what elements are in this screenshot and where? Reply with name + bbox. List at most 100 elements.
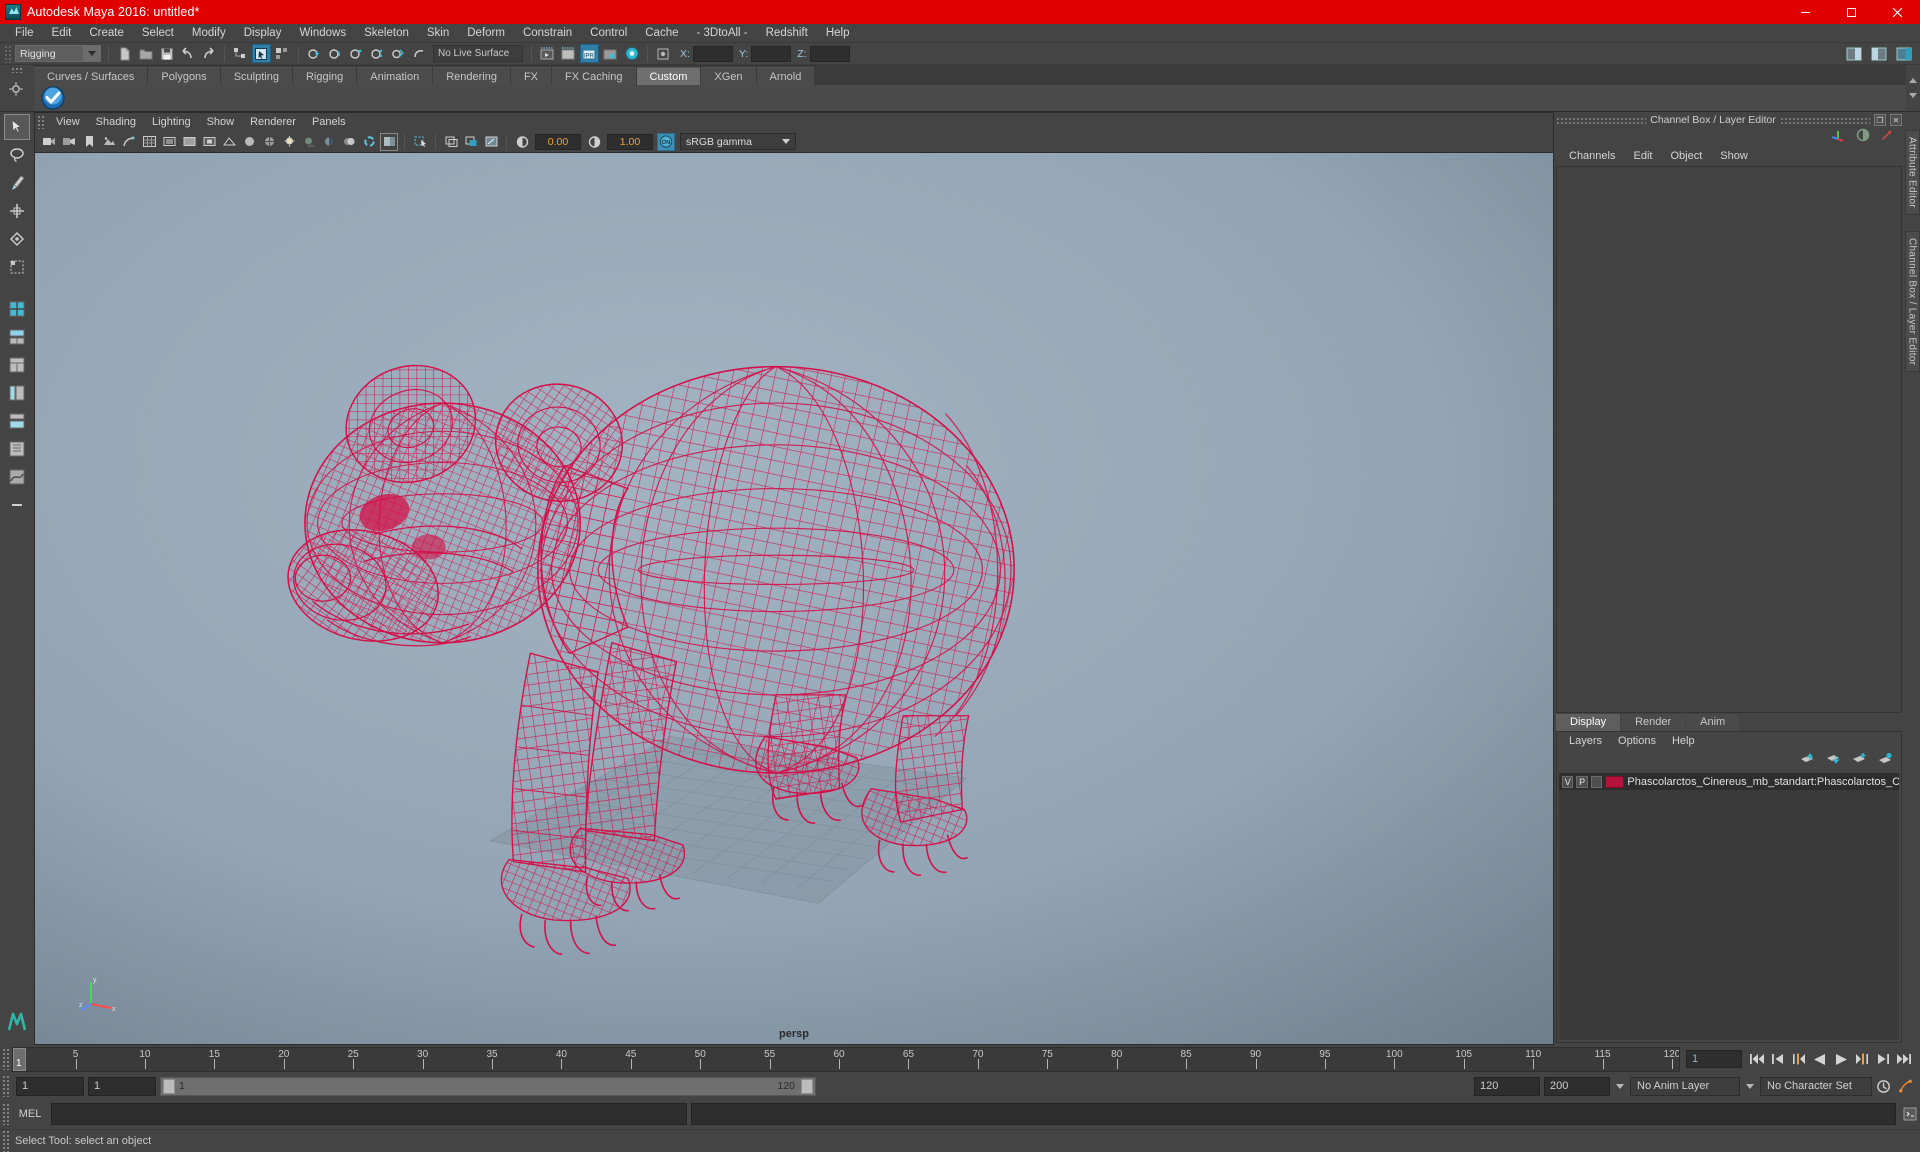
move-layer-down-icon[interactable] [1825, 752, 1841, 770]
command-input-field[interactable] [51, 1103, 687, 1125]
current-frame-field[interactable]: 1 [1686, 1050, 1742, 1068]
open-render-view-button[interactable] [538, 44, 557, 63]
range-start-time-field[interactable]: 1 [88, 1076, 156, 1096]
outliner-layout-button[interactable] [4, 436, 30, 462]
layer-menu-layers[interactable]: Layers [1561, 732, 1610, 751]
undo-button[interactable] [178, 44, 197, 63]
auto-keyframe-toggle-button[interactable] [1897, 1078, 1914, 1095]
menu-windows[interactable]: Windows [290, 24, 355, 43]
vertical-tab-attribute-editor[interactable]: Attribute Editor [1904, 130, 1920, 215]
menu-display[interactable]: Display [235, 24, 291, 43]
channel-box-content[interactable] [1556, 166, 1902, 713]
shelf-tab-sculpting[interactable]: Sculpting [220, 67, 292, 85]
close-panel-button[interactable]: ✕ [1890, 114, 1902, 126]
show-tool-settings-button[interactable] [1869, 44, 1888, 63]
shelf-options-gear-icon[interactable] [8, 81, 26, 99]
channelbox-menu-channels[interactable]: Channels [1560, 146, 1624, 166]
move-layer-up-icon[interactable] [1799, 752, 1815, 770]
menu-control[interactable]: Control [581, 24, 636, 43]
snap-to-points-button[interactable] [347, 44, 366, 63]
shadows-icon[interactable] [300, 133, 318, 151]
viewport-menu-lighting[interactable]: Lighting [144, 113, 199, 131]
time-slider-grip[interactable] [2, 1048, 9, 1070]
play-backwards-button[interactable] [1811, 1051, 1828, 1068]
menu-edit[interactable]: Edit [43, 24, 81, 43]
scale-tool-button[interactable] [4, 254, 30, 280]
viewport-grip-handle[interactable] [37, 115, 44, 129]
shelf-item-check-icon[interactable] [40, 85, 66, 111]
range-end-time-field[interactable]: 120 [1474, 1076, 1540, 1096]
xray-active-components-icon[interactable] [482, 133, 500, 151]
menu-skin[interactable]: Skin [418, 24, 458, 43]
render-settings-button[interactable] [601, 44, 620, 63]
select-by-component-type-button[interactable] [273, 44, 292, 63]
vertical-tab-channel-box[interactable]: Channel Box / Layer Editor [1904, 230, 1920, 373]
play-forwards-button[interactable] [1832, 1051, 1849, 1068]
snap-to-view-planes-button[interactable] [389, 44, 408, 63]
command-line-grip[interactable] [2, 1103, 9, 1125]
show-attribute-editor-button[interactable] [1844, 44, 1863, 63]
gamma-value-field[interactable]: 1.00 [607, 133, 653, 150]
viewport-menu-show[interactable]: Show [199, 113, 243, 131]
color-management-toggle[interactable]: ON [657, 132, 675, 151]
manipulator-axis-icon[interactable] [1830, 128, 1846, 147]
collapse-toolbox-button[interactable] [4, 492, 30, 518]
coord-z-input[interactable] [809, 45, 850, 62]
channelbox-menu-edit[interactable]: Edit [1624, 146, 1661, 166]
toggle-selection-mask-button[interactable] [654, 44, 673, 63]
viewport-menu-shading[interactable]: Shading [88, 113, 144, 131]
select-camera-icon[interactable] [40, 133, 58, 151]
toolbar-grip-handle[interactable] [4, 44, 12, 63]
command-output-field[interactable] [691, 1103, 1896, 1125]
shelf-tab-custom[interactable]: Custom [636, 67, 701, 85]
menu-3dtoall[interactable]: - 3DtoAll - [688, 24, 757, 43]
viewport-menu-view[interactable]: View [48, 113, 88, 131]
live-surface-field[interactable]: No Live Surface [433, 45, 523, 62]
menu-select[interactable]: Select [133, 24, 183, 43]
range-slider-left-handle[interactable] [163, 1078, 175, 1094]
graph-editor-layout-button[interactable] [4, 464, 30, 490]
two-d-pan-zoom-icon[interactable] [120, 133, 138, 151]
four-view-layout-button[interactable] [4, 296, 30, 322]
coord-x-input[interactable] [692, 45, 733, 62]
maximize-button[interactable] [1828, 0, 1874, 24]
step-forward-keyframe-button[interactable] [1874, 1051, 1891, 1068]
script-editor-button[interactable] [1900, 1103, 1920, 1125]
select-tool-button[interactable] [4, 114, 30, 140]
two-pane-layout-button[interactable] [4, 324, 30, 350]
shelf-tab-fx-caching[interactable]: FX Caching [552, 67, 636, 85]
new-layer-from-selected-icon[interactable] [1877, 752, 1893, 770]
select-by-hierarchy-button[interactable] [231, 44, 250, 63]
shelf-grip-handle[interactable] [11, 67, 23, 73]
go-to-start-button[interactable] [1748, 1051, 1765, 1068]
redshift-render-button[interactable] [622, 44, 641, 63]
layer-name[interactable]: Phascolarctos_Cinereus_mb_standart:Phasc… [1627, 776, 1899, 788]
minimize-button[interactable] [1782, 0, 1828, 24]
depth-of-field-icon[interactable] [380, 132, 398, 151]
menu-help[interactable]: Help [817, 24, 859, 43]
layer-playback-toggle[interactable]: P [1576, 775, 1588, 788]
exposure-value-field[interactable]: 0.00 [535, 133, 581, 150]
shelf-tab-animation[interactable]: Animation [357, 67, 433, 85]
menu-modify[interactable]: Modify [183, 24, 235, 43]
menu-file[interactable]: File [6, 24, 43, 43]
bookmark-icon[interactable] [80, 133, 98, 151]
anim-end-time-field[interactable]: 200 [1544, 1076, 1610, 1096]
new-layer-icon[interactable] [1851, 752, 1867, 770]
help-line-grip[interactable] [2, 1130, 9, 1152]
layer-tab-anim[interactable]: Anim [1686, 714, 1740, 731]
lasso-tool-button[interactable] [4, 142, 30, 168]
layer-tab-render[interactable]: Render [1621, 714, 1686, 731]
use-all-lights-icon[interactable] [280, 133, 298, 151]
range-slider-grip[interactable] [2, 1075, 9, 1097]
go-to-end-button[interactable] [1895, 1051, 1912, 1068]
resolution-gate-icon[interactable] [180, 133, 198, 151]
undock-panel-button[interactable]: ❐ [1874, 114, 1886, 126]
image-plane-icon[interactable] [100, 133, 118, 151]
color-profile-selector[interactable]: sRGB gamma [680, 133, 796, 150]
save-scene-button[interactable] [157, 44, 176, 63]
menu-constrain[interactable]: Constrain [514, 24, 581, 43]
snap-to-curves-button[interactable] [326, 44, 345, 63]
select-by-object-type-button[interactable] [252, 44, 271, 63]
anim-start-time-field[interactable]: 1 [16, 1076, 84, 1096]
